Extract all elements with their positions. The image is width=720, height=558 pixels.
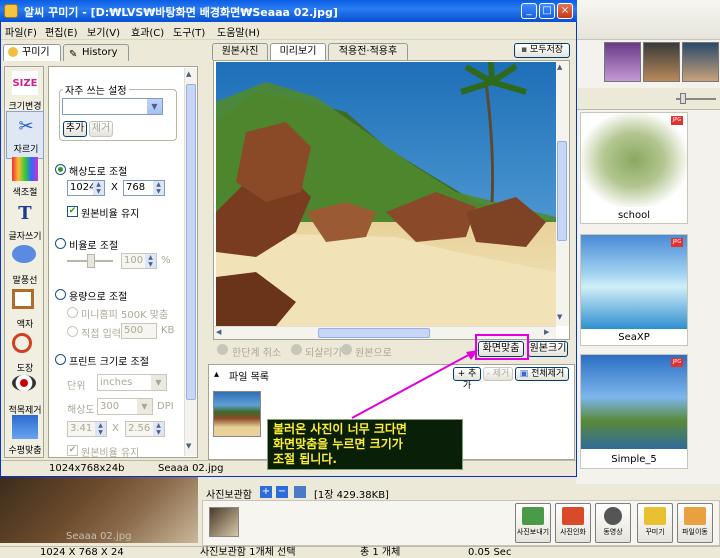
- annotation-text: 불러온 사진이 너무 크다면 화면맞춤을 누르면 크기가 조절 됩니다.: [273, 422, 407, 466]
- annotation-arrow: [351, 350, 478, 419]
- annotation-callout: 불러온 사진이 너무 크다면 화면맞춤을 누르면 크기가 조절 됩니다.: [267, 419, 463, 470]
